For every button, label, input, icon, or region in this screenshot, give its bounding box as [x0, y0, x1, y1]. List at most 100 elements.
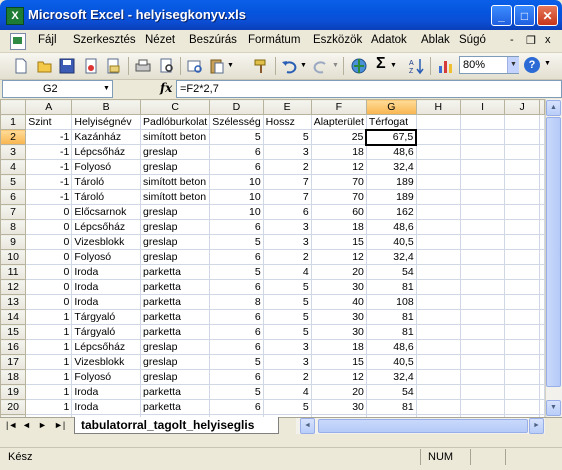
name-box[interactable]: G2: [2, 80, 113, 98]
cell[interactable]: 3: [262, 354, 312, 370]
prev-sheet-button[interactable]: ◄: [22, 420, 31, 430]
cell[interactable]: 32,4: [365, 159, 417, 175]
cell[interactable]: Folyosó: [71, 159, 141, 175]
column-header-e[interactable]: E: [262, 99, 312, 115]
cell[interactable]: [415, 159, 461, 175]
menu-window[interactable]: Ablak: [421, 34, 450, 46]
cell[interactable]: 10: [209, 204, 264, 220]
row-header[interactable]: 9: [0, 234, 27, 250]
cell[interactable]: Helyiségnév: [71, 114, 141, 130]
cell[interactable]: 1: [25, 354, 73, 370]
menu-help[interactable]: Súgó: [459, 34, 486, 46]
cell[interactable]: 2: [262, 369, 312, 385]
cell[interactable]: 70: [310, 189, 367, 205]
cell[interactable]: 1: [25, 399, 73, 415]
cell[interactable]: 2: [262, 159, 312, 175]
insert-function-icon[interactable]: fx: [160, 81, 172, 95]
cell[interactable]: [504, 234, 540, 250]
cell[interactable]: parketta: [139, 294, 211, 310]
row-header[interactable]: 17: [0, 354, 27, 370]
cell[interactable]: [539, 384, 545, 400]
column-header-g[interactable]: G: [365, 99, 417, 115]
cell[interactable]: 0: [25, 264, 73, 280]
cell[interactable]: 15: [310, 234, 367, 250]
cell[interactable]: 8: [209, 294, 264, 310]
cell[interactable]: 3: [262, 144, 312, 160]
column-header-b[interactable]: B: [71, 99, 141, 115]
cell[interactable]: 5: [262, 399, 312, 415]
column-header-a[interactable]: A: [25, 99, 73, 115]
open-icon[interactable]: [36, 57, 54, 75]
cell[interactable]: [539, 129, 545, 145]
cell[interactable]: 0: [25, 204, 73, 220]
cell[interactable]: [504, 159, 540, 175]
cell[interactable]: [459, 189, 506, 205]
column-header-i[interactable]: I: [459, 99, 506, 115]
cell[interactable]: 81: [365, 279, 417, 295]
row-header[interactable]: 6: [0, 189, 27, 205]
cell[interactable]: [459, 279, 506, 295]
cell[interactable]: 12: [310, 249, 367, 265]
cell[interactable]: [504, 324, 540, 340]
cell[interactable]: 4: [262, 264, 312, 280]
cell[interactable]: 7: [262, 174, 312, 190]
cell[interactable]: [459, 219, 506, 235]
next-sheet-button[interactable]: ►: [38, 420, 47, 430]
cell[interactable]: 6: [209, 159, 264, 175]
cell[interactable]: 6: [209, 399, 264, 415]
cell[interactable]: greslap: [139, 204, 211, 220]
cell[interactable]: 40,5: [365, 234, 417, 250]
menu-file[interactable]: Fájl: [38, 34, 57, 46]
cell[interactable]: greslap: [139, 339, 211, 355]
cell[interactable]: 3: [262, 234, 312, 250]
cell[interactable]: 6: [209, 144, 264, 160]
cell[interactable]: [415, 294, 461, 310]
cell[interactable]: 6: [209, 249, 264, 265]
row-header[interactable]: 8: [0, 219, 27, 235]
cell[interactable]: [539, 189, 545, 205]
format-painter-icon[interactable]: [252, 57, 270, 75]
cell[interactable]: -1: [25, 189, 73, 205]
print-icon[interactable]: [134, 57, 152, 75]
zoom-dropdown-icon[interactable]: ▼: [507, 57, 519, 73]
first-sheet-button[interactable]: |◄: [6, 420, 17, 430]
column-header-c[interactable]: C: [139, 99, 211, 115]
new-icon[interactable]: [12, 57, 30, 75]
cell[interactable]: [504, 384, 540, 400]
minimize-button[interactable]: _: [491, 5, 512, 26]
cell[interactable]: Lépcsőház: [71, 219, 141, 235]
cell[interactable]: greslap: [139, 249, 211, 265]
cell[interactable]: [539, 144, 545, 160]
maximize-button[interactable]: □: [514, 5, 535, 26]
cell[interactable]: Kazánház: [71, 129, 141, 145]
toolbar-options-icon[interactable]: ▼: [544, 60, 551, 67]
autosum-icon[interactable]: Σ: [376, 55, 386, 73]
cell[interactable]: 30: [310, 324, 367, 340]
cell[interactable]: [539, 264, 545, 280]
cell[interactable]: 2: [262, 249, 312, 265]
cell[interactable]: [415, 144, 461, 160]
cell[interactable]: [415, 354, 461, 370]
cell[interactable]: 18: [310, 144, 367, 160]
permission-icon[interactable]: [82, 57, 100, 75]
cell[interactable]: 0: [25, 294, 73, 310]
cell[interactable]: Iroda: [71, 264, 141, 280]
cell[interactable]: 48,6: [365, 144, 417, 160]
cell[interactable]: Szélesség: [209, 114, 264, 130]
cell[interactable]: 30: [310, 309, 367, 325]
cell[interactable]: 81: [365, 399, 417, 415]
cell[interactable]: 5: [209, 234, 264, 250]
cell[interactable]: 189: [365, 174, 417, 190]
print-preview-icon[interactable]: [158, 57, 176, 75]
cell[interactable]: [539, 159, 545, 175]
cell[interactable]: 6: [209, 369, 264, 385]
cell[interactable]: [504, 309, 540, 325]
cell[interactable]: Lépcsőház: [71, 339, 141, 355]
cell[interactable]: Vizesblokk: [71, 234, 141, 250]
cell[interactable]: greslap: [139, 234, 211, 250]
cell[interactable]: 6: [209, 279, 264, 295]
cell[interactable]: [415, 249, 461, 265]
cell[interactable]: [415, 339, 461, 355]
cell[interactable]: 3: [262, 219, 312, 235]
scroll-up-button[interactable]: ▲: [546, 100, 561, 116]
